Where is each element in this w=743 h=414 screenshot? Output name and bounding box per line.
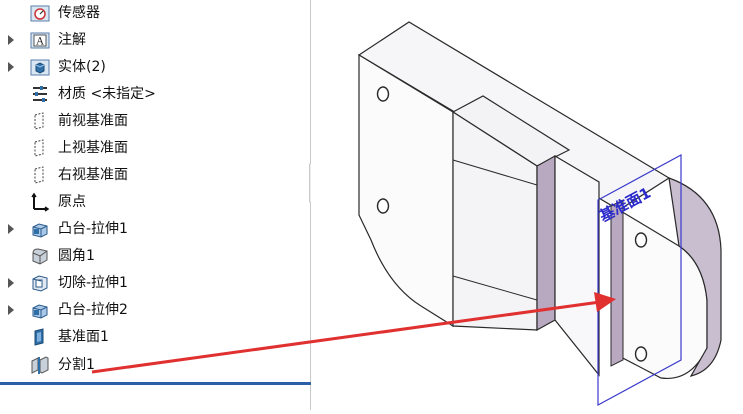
tree-item-label: 传感器 — [58, 5, 100, 21]
expand-arrow-icon[interactable] — [8, 278, 14, 288]
plane1-icon — [30, 327, 50, 347]
tree-item-label: 右视基准面 — [58, 167, 128, 183]
tree-item-boss-extrude-1[interactable]: 凸台-拉伸1 — [0, 216, 308, 242]
panel-bottom-divider — [0, 382, 311, 385]
tree-item-sensors[interactable]: 传感器 — [0, 0, 308, 26]
tree-item-plane-1[interactable]: 基准面1 — [0, 324, 308, 350]
part-model-view: 基准面1 — [357, 21, 722, 407]
mounting-hole — [376, 86, 390, 102]
tree-item-label: 上视基准面 — [58, 140, 128, 156]
annotation-icon: A — [30, 30, 50, 50]
middle-recess-face — [554, 154, 600, 377]
tree-item-boss-extrude-2[interactable]: 凸台-拉伸2 — [0, 297, 308, 323]
expand-arrow-icon[interactable] — [8, 35, 14, 45]
svg-text:A: A — [35, 37, 44, 48]
tree-item-fillet-1[interactable]: 圆角1 — [0, 243, 308, 269]
plane-icon — [30, 165, 50, 185]
split-icon — [30, 355, 50, 375]
fillet-icon — [30, 246, 50, 266]
tree-item-label: 前视基准面 — [58, 113, 128, 129]
tree-item-solid-bodies[interactable]: 实体(2) — [0, 54, 308, 80]
expand-arrow-icon[interactable] — [8, 224, 14, 234]
mounting-hole — [376, 198, 390, 214]
boss-extrude-icon — [30, 300, 50, 320]
graphics-viewport[interactable]: 基准面1 — [311, 0, 743, 410]
tree-item-label: 基准面1 — [58, 329, 109, 345]
tree-item-label: 凸台-拉伸2 — [58, 302, 128, 318]
cut-extrude-icon — [30, 273, 50, 293]
tree-item-origin[interactable]: 原点 — [0, 189, 308, 215]
solid-bodies-icon — [30, 57, 50, 77]
material-icon — [30, 84, 50, 104]
tree-item-label: 圆角1 — [58, 248, 95, 264]
expand-arrow-icon[interactable] — [8, 62, 14, 72]
tree-item-label: 注解 — [58, 32, 86, 48]
tree-item-material[interactable]: 材质 <未指定> — [0, 81, 308, 107]
mounting-hole — [634, 232, 648, 248]
plane-icon — [30, 111, 50, 131]
tree-item-label: 分割1 — [58, 357, 95, 373]
tree-item-cut-extrude-1[interactable]: 切除-拉伸1 — [0, 270, 308, 296]
tree-item-front-plane[interactable]: 前视基准面 — [0, 108, 308, 134]
tree-item-right-plane[interactable]: 右视基准面 — [0, 162, 308, 188]
tree-item-split-1[interactable]: 分割1 — [0, 352, 308, 378]
sensor-icon — [30, 3, 50, 23]
expand-arrow-icon[interactable] — [8, 305, 14, 315]
feature-manager-tree: 传感器 A 注解 实体(2) 材质 <未指定> 前视基准面 上视基准面 右视基准… — [0, 0, 311, 410]
boss-extrude-icon — [30, 219, 50, 239]
mounting-hole — [634, 346, 648, 362]
tree-item-label: 原点 — [58, 194, 86, 210]
tree-item-label: 实体(2) — [58, 59, 106, 75]
center-block-side — [536, 154, 556, 332]
tree-item-label: 切除-拉伸1 — [58, 275, 128, 291]
split-slab-side — [610, 199, 624, 367]
plane-icon — [30, 138, 50, 158]
tree-item-top-plane[interactable]: 上视基准面 — [0, 135, 308, 161]
origin-icon — [30, 192, 50, 212]
tree-item-label: 凸台-拉伸1 — [58, 221, 128, 237]
tree-item-annotations[interactable]: A 注解 — [0, 27, 308, 53]
tree-item-label: 材质 <未指定> — [58, 86, 156, 102]
